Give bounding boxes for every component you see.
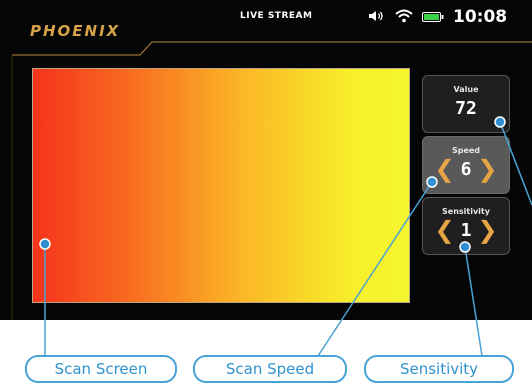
speed-decrease-icon[interactable]: ❮ bbox=[434, 157, 454, 181]
speed-label: Speed bbox=[451, 146, 481, 155]
speed-value: 6 bbox=[460, 158, 472, 180]
value-panel: Value 72 bbox=[422, 75, 510, 133]
speed-stepper[interactable]: Speed ❮ 6 ❯ bbox=[422, 136, 510, 194]
clock-time: 10:08 bbox=[453, 7, 508, 27]
callout-scan-speed: Scan Speed bbox=[193, 355, 347, 383]
phoenix-logo: PHOENIX bbox=[30, 22, 121, 40]
callout-sensitivity: Sensitivity bbox=[364, 355, 514, 383]
status-bar: 10:08 bbox=[368, 7, 507, 27]
sensitivity-decrease-icon[interactable]: ❮ bbox=[434, 218, 454, 242]
speed-increase-icon[interactable]: ❯ bbox=[477, 157, 497, 181]
wifi-icon bbox=[395, 8, 413, 27]
battery-icon bbox=[422, 8, 444, 27]
device-screen: PHOENIX LIVE STREAM 10:08 Value 72 Speed… bbox=[0, 0, 532, 320]
callout-scan-screen: Scan Screen bbox=[25, 355, 177, 383]
speaker-icon bbox=[368, 8, 386, 27]
page-title: LIVE STREAM bbox=[240, 11, 313, 21]
sensitivity-label: Sensitivity bbox=[442, 207, 490, 216]
value-readout: 72 bbox=[455, 98, 477, 119]
sensitivity-increase-icon[interactable]: ❯ bbox=[477, 218, 497, 242]
scan-screen[interactable] bbox=[32, 68, 410, 303]
value-label: Value bbox=[453, 85, 479, 94]
sensitivity-stepper[interactable]: Sensitivity ❮ 1 ❯ bbox=[422, 197, 510, 255]
sensitivity-value: 1 bbox=[460, 219, 472, 241]
